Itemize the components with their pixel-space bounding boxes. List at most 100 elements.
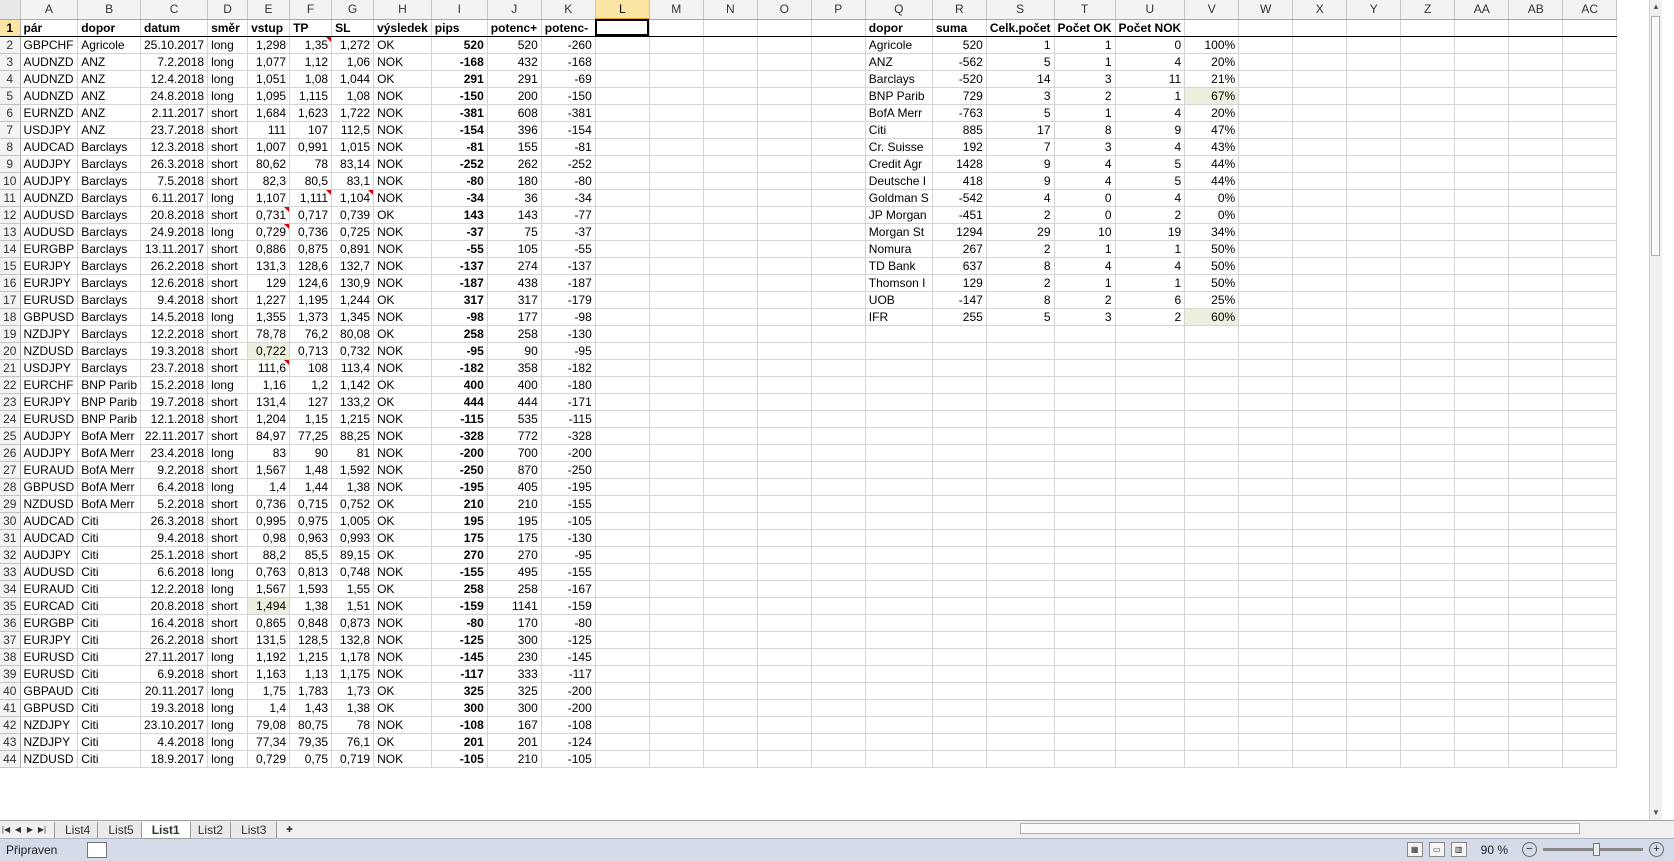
cell[interactable]	[1454, 461, 1510, 479]
cell[interactable]: 6.9.2018	[140, 665, 209, 683]
sheet-tab-list5[interactable]: List5	[97, 821, 145, 839]
cell[interactable]	[986, 410, 1055, 428]
spreadsheet-grid[interactable]: A B C D E F G H I J K L M N O P Q R S T U V W X Y Z AA AB AC 1 pár dop…	[0, 0, 1662, 820]
cell[interactable]	[986, 665, 1055, 683]
cell[interactable]: Deutsche I	[865, 172, 933, 190]
cell[interactable]	[1238, 682, 1294, 700]
cell[interactable]	[1508, 291, 1564, 309]
cell[interactable]	[649, 257, 704, 275]
cell[interactable]: -117	[541, 665, 596, 683]
cell[interactable]: long	[207, 444, 249, 462]
cell[interactable]	[1400, 631, 1456, 649]
cell[interactable]: 78	[331, 716, 375, 734]
cell[interactable]: 67%	[1184, 87, 1240, 105]
cell[interactable]: -150	[541, 87, 596, 105]
cell[interactable]: 11	[1115, 70, 1186, 88]
cell[interactable]	[811, 359, 866, 377]
cell[interactable]: 50%	[1184, 257, 1240, 275]
cell[interactable]	[811, 36, 866, 54]
cell[interactable]	[757, 138, 812, 156]
cell[interactable]: NOK	[373, 461, 432, 479]
cell[interactable]	[811, 325, 866, 343]
cell[interactable]: NOK	[373, 614, 432, 632]
cell[interactable]	[1238, 223, 1294, 241]
cell[interactable]	[703, 563, 758, 581]
cell[interactable]: -80	[431, 614, 488, 632]
cell[interactable]: NZDJPY	[20, 733, 79, 751]
cell[interactable]	[932, 478, 987, 496]
cell[interactable]: 6.4.2018	[140, 478, 209, 496]
cell[interactable]	[811, 121, 866, 139]
cell[interactable]	[986, 512, 1055, 530]
cell[interactable]	[703, 682, 758, 700]
cell[interactable]: ANZ	[77, 87, 141, 105]
cell[interactable]	[932, 733, 987, 751]
cell[interactable]: 4	[1115, 257, 1186, 275]
cell[interactable]	[1238, 274, 1294, 292]
cell[interactable]: 131,3	[247, 257, 291, 275]
cell[interactable]: 258	[431, 580, 488, 598]
cell[interactable]	[1346, 427, 1402, 445]
cell[interactable]	[1054, 427, 1116, 445]
cell[interactable]	[1238, 393, 1294, 411]
cell[interactable]: Citi	[77, 631, 141, 649]
cell[interactable]: -179	[541, 291, 596, 309]
cell[interactable]: 34%	[1184, 223, 1240, 241]
cell[interactable]: Cr. Suisse	[865, 138, 933, 156]
cell[interactable]: Barclays	[865, 70, 933, 88]
column-header[interactable]: AC	[1562, 0, 1618, 20]
vertical-scrollbar[interactable]: ▲ ▼	[1649, 0, 1662, 820]
row-header[interactable]: 16	[0, 274, 21, 292]
cell[interactable]: 1	[1115, 87, 1186, 105]
cell[interactable]	[1292, 172, 1348, 190]
cell[interactable]	[1454, 750, 1510, 768]
cell[interactable]	[811, 70, 866, 88]
cell[interactable]: 0,865	[247, 614, 291, 632]
cell[interactable]	[649, 308, 704, 326]
cell[interactable]: 19.3.2018	[140, 699, 209, 717]
cell[interactable]	[1346, 546, 1402, 564]
cell[interactable]	[1238, 155, 1294, 173]
cell[interactable]	[757, 308, 812, 326]
cell[interactable]: UOB	[865, 291, 933, 309]
cell[interactable]	[1400, 546, 1456, 564]
cell[interactable]: 195	[487, 512, 542, 530]
cell[interactable]	[595, 138, 650, 156]
cell[interactable]: 1,48	[289, 461, 333, 479]
cell[interactable]: AUDUSD	[20, 206, 79, 224]
cell[interactable]: vstup	[247, 19, 291, 37]
cell[interactable]	[595, 631, 650, 649]
cell[interactable]	[1292, 393, 1348, 411]
cell[interactable]	[986, 478, 1055, 496]
cell[interactable]	[757, 580, 812, 598]
cell[interactable]	[1184, 580, 1240, 598]
cell[interactable]: USDJPY	[20, 121, 79, 139]
cell[interactable]: 2	[986, 240, 1055, 258]
cell[interactable]: EURAUD	[20, 580, 79, 598]
cell[interactable]	[1292, 87, 1348, 105]
cell[interactable]	[1346, 274, 1402, 292]
cell[interactable]	[1292, 325, 1348, 343]
cell[interactable]	[595, 274, 650, 292]
cell[interactable]	[703, 87, 758, 105]
cell[interactable]: 1,215	[289, 648, 333, 666]
cell[interactable]: -37	[431, 223, 488, 241]
cell[interactable]: BofA Merr	[77, 478, 141, 496]
cell[interactable]	[595, 665, 650, 683]
cell[interactable]: dopor	[865, 19, 933, 37]
cell[interactable]	[649, 597, 704, 615]
cell[interactable]	[1508, 342, 1564, 360]
cell[interactable]	[1508, 648, 1564, 666]
cell[interactable]	[1184, 427, 1240, 445]
cell[interactable]	[1346, 291, 1402, 309]
cell[interactable]	[1400, 70, 1456, 88]
cell[interactable]	[1400, 750, 1456, 768]
cell[interactable]: short	[207, 410, 249, 428]
cell[interactable]: NOK	[373, 648, 432, 666]
cell[interactable]	[1454, 529, 1510, 547]
cell[interactable]	[986, 682, 1055, 700]
cell[interactable]	[1292, 291, 1348, 309]
cell[interactable]	[1115, 495, 1186, 513]
cell[interactable]	[1184, 359, 1240, 377]
column-header[interactable]: V	[1184, 0, 1240, 20]
